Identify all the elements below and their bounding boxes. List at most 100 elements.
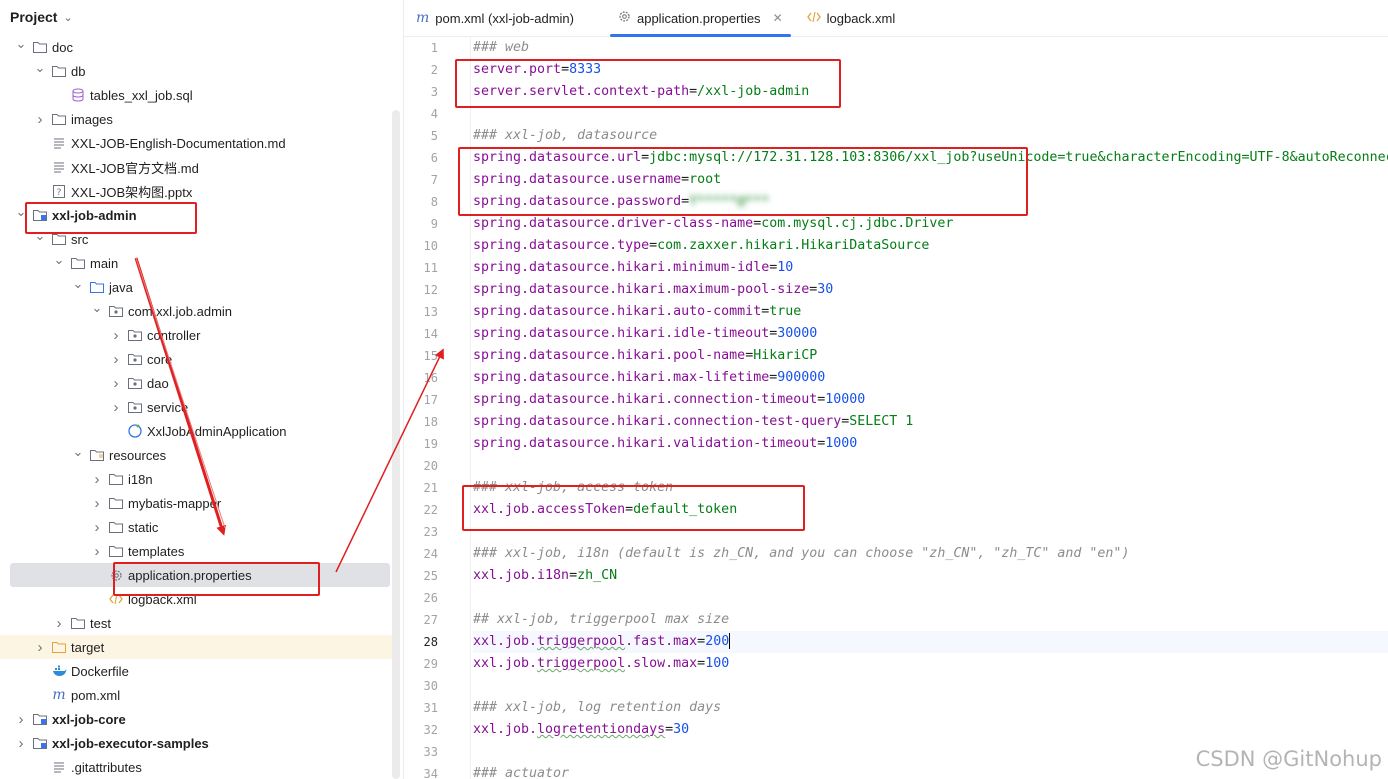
chevron-right-icon[interactable]: › [33, 111, 47, 128]
code-line[interactable]: spring.datasource.driver-class-name=com.… [473, 213, 953, 235]
code-line[interactable]: ## xxl-job, triggerpool max size [473, 609, 729, 631]
tree-item[interactable]: › controller [0, 323, 392, 347]
tree-item[interactable]: ⌄ doc [0, 35, 392, 59]
property-separator: = [745, 348, 754, 363]
chevron-right-icon[interactable]: › [109, 327, 123, 344]
tree-item[interactable]: tables_xxl_job.sql [0, 83, 392, 107]
editor-tab[interactable]: logback.xml [795, 0, 928, 36]
chevron-down-icon[interactable]: ⌄ [14, 36, 28, 52]
code-line[interactable]: xxl.job.triggerpool.slow.max=100 [473, 653, 729, 675]
chevron-down-icon[interactable]: ⌄ [33, 228, 47, 244]
chevron-right-icon[interactable]: › [109, 399, 123, 416]
code-line[interactable]: spring.datasource.password=Y*****@*** [473, 191, 769, 213]
code-line[interactable]: spring.datasource.hikari.connection-test… [473, 411, 913, 433]
chevron-down-icon[interactable]: ⌄ [14, 204, 28, 220]
tree-item[interactable]: › test [0, 611, 392, 635]
chevron-right-icon[interactable]: › [33, 639, 47, 656]
code-line[interactable]: ### xxl-job, datasource [473, 125, 657, 147]
tree-item[interactable]: › service [0, 395, 392, 419]
code-line[interactable]: spring.datasource.hikari.idle-timeout=30… [473, 323, 817, 345]
tree-item[interactable]: › static [0, 515, 392, 539]
chevron-down-icon[interactable]: ⌄ [71, 444, 85, 460]
code-line[interactable]: spring.datasource.hikari.validation-time… [473, 433, 857, 455]
tree-item[interactable]: ⌄ src [0, 227, 392, 251]
tree-item[interactable]: ⌄ main [0, 251, 392, 275]
code-area[interactable]: ### web server.port=8333 server.servlet.co… [473, 37, 1388, 779]
tree-item[interactable]: application.properties [10, 563, 390, 587]
tree-item[interactable]: ⌄ db [0, 59, 392, 83]
editor-tab[interactable]: application.properties ✕ [606, 0, 795, 37]
tree-item[interactable]: › target [0, 635, 392, 659]
tree-item[interactable]: › xxl-job-executor-samples [0, 731, 392, 755]
line-number: 20 [423, 459, 438, 473]
tree-item[interactable]: ⌄ resources [0, 443, 392, 467]
code-line[interactable]: xxl.job.triggerpool.fast.max=200 [473, 631, 1388, 653]
code-line[interactable]: spring.datasource.hikari.pool-name=Hikar… [473, 345, 817, 367]
tree-item[interactable]: ⌄ java [0, 275, 392, 299]
tree-item[interactable]: m pom.xml [0, 683, 392, 707]
code-line[interactable]: spring.datasource.hikari.connection-time… [473, 389, 865, 411]
tree-item[interactable]: › xxl-job-core [0, 707, 392, 731]
chevron-right-icon[interactable]: › [90, 519, 104, 536]
code-line[interactable]: spring.datasource.hikari.maximum-pool-si… [473, 279, 833, 301]
code-line[interactable]: spring.datasource.type=com.zaxxer.hikari… [473, 235, 929, 257]
chevron-right-icon[interactable]: › [90, 543, 104, 560]
code-line[interactable]: xxl.job.i18n=zh_CN [473, 565, 617, 587]
line-number: 24 [423, 547, 438, 561]
code-line[interactable]: ### xxl-job, log retention days [473, 697, 721, 719]
editor-tab[interactable]: m pom.xml (xxl-job-admin) [404, 0, 606, 36]
tree-item[interactable]: › templates [0, 539, 392, 563]
chevron-down-icon[interactable]: ⌄ [33, 60, 47, 76]
chevron-down-icon[interactable]: ⌄ [52, 252, 66, 268]
tree-item[interactable]: ⌄ com.xxl.job.admin [0, 299, 392, 323]
line-number: 11 [423, 261, 438, 275]
chevron-right-icon[interactable]: › [109, 375, 123, 392]
chevron-down-icon[interactable]: ⌄ [71, 276, 85, 292]
property-separator: = [569, 568, 578, 583]
tree-item[interactable]: › i18n [0, 467, 392, 491]
chevron-right-icon[interactable]: › [90, 495, 104, 512]
close-icon[interactable]: ✕ [773, 11, 783, 25]
code-line[interactable]: ### xxl-job, i18n (default is zh_CN, and… [473, 543, 1129, 565]
tree-item[interactable]: XXL-JOB官方文档.md [0, 155, 392, 179]
tree-item[interactable]: ? XXL-JOB架构图.pptx [0, 179, 392, 203]
tree-item[interactable]: › dao [0, 371, 392, 395]
project-panel-header[interactable]: Project ⌄ [0, 0, 403, 34]
tree-item[interactable]: › core [0, 347, 392, 371]
tree-item[interactable]: logback.xml [0, 587, 392, 611]
tree-item-label: Dockerfile [71, 663, 129, 679]
chevron-right-icon[interactable]: › [14, 711, 28, 728]
code-line[interactable]: spring.datasource.url=jdbc:mysql://172.3… [473, 147, 1388, 169]
line-number: 14 [423, 327, 438, 341]
tree-item[interactable]: XxlJobAdminApplication [0, 419, 392, 443]
code-line[interactable]: spring.datasource.hikari.max-lifetime=90… [473, 367, 825, 389]
code-line[interactable]: xxl.job.logretentiondays=30 [473, 719, 689, 741]
tree-item[interactable]: ⌄ xxl-job-admin [0, 203, 392, 227]
property-value: zh_CN [577, 568, 618, 583]
code-line[interactable]: ### web [473, 37, 529, 59]
tree-item[interactable]: Dockerfile [0, 659, 392, 683]
chevron-right-icon[interactable]: › [52, 615, 66, 632]
code-line[interactable]: ### xxl-job, access token [473, 477, 673, 499]
chevron-down-icon[interactable]: ⌄ [90, 300, 104, 316]
code-line[interactable]: xxl.job.accessToken=default_token [473, 499, 737, 521]
folder-icon [108, 471, 124, 487]
panel-scrollbar[interactable] [392, 110, 400, 779]
package-icon [127, 327, 143, 343]
property-value: 30 [673, 722, 690, 737]
code-line[interactable]: spring.datasource.username=root [473, 169, 721, 191]
tree-item[interactable]: XXL-JOB-English-Documentation.md [0, 131, 392, 155]
code-line[interactable]: server.port=8333 [473, 59, 601, 81]
chevron-right-icon[interactable]: › [14, 735, 28, 752]
code-line[interactable]: server.servlet.context-path=/xxl-job-adm… [473, 81, 809, 103]
tree-item[interactable]: › mybatis-mapper [0, 491, 392, 515]
tree-item[interactable]: .gitattributes [0, 755, 392, 779]
tree-item[interactable]: › images [0, 107, 392, 131]
properties-file-icon [618, 10, 631, 26]
chevron-right-icon[interactable]: › [90, 471, 104, 488]
chevron-down-icon[interactable]: ⌄ [63, 11, 72, 24]
code-line[interactable]: spring.datasource.hikari.minimum-idle=10 [473, 257, 793, 279]
code-line[interactable]: ### actuator [473, 763, 569, 779]
chevron-right-icon[interactable]: › [109, 351, 123, 368]
code-line[interactable]: spring.datasource.hikari.auto-commit=tru… [473, 301, 801, 323]
